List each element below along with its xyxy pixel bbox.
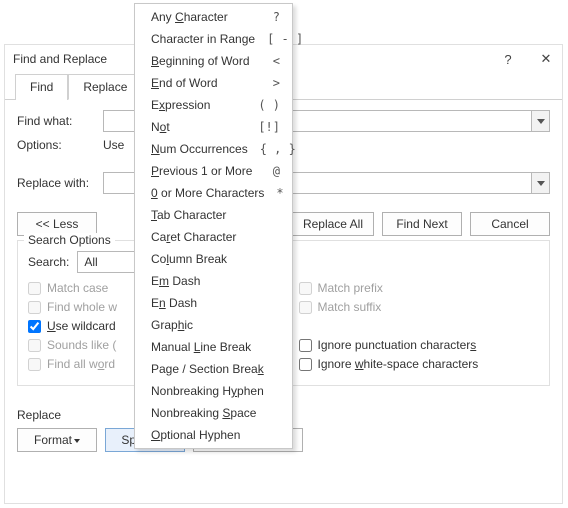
replace-with-label: Replace with: (17, 176, 97, 190)
format-button[interactable]: Format (17, 428, 97, 452)
menu-en-dash[interactable]: En Dash (135, 292, 292, 314)
close-icon[interactable]: ✕ (536, 51, 556, 67)
menu-prev-1-or-more[interactable]: Previous 1 or More@ (135, 160, 292, 182)
menu-char-range[interactable]: Character in Range[ - ] (135, 28, 292, 50)
match-prefix-check: Match prefix (299, 281, 540, 295)
menu-em-dash[interactable]: Em Dash (135, 270, 292, 292)
menu-not[interactable]: Not[!] (135, 116, 292, 138)
menu-beginning-word[interactable]: Beginning of Word< (135, 50, 292, 72)
options-value: Use (103, 138, 124, 152)
menu-tab-character[interactable]: Tab Character (135, 204, 292, 226)
find-what-dropdown[interactable] (532, 110, 550, 132)
cancel-button[interactable]: Cancel (470, 212, 550, 236)
help-icon[interactable]: ? (498, 52, 518, 67)
menu-num-occurrences[interactable]: Num Occurrences{ , } (135, 138, 292, 160)
menu-column-break[interactable]: Column Break (135, 248, 292, 270)
ignore-punct-check[interactable]: Ignore punctuation characters (299, 338, 540, 352)
tab-find-label: Find (30, 80, 53, 94)
chevron-down-icon (537, 119, 545, 124)
menu-0-or-more[interactable]: 0 or More Characters* (135, 182, 292, 204)
search-options-legend: Search Options (24, 233, 115, 247)
find-what-label: Find what: (17, 114, 97, 128)
ignore-whitespace-check[interactable]: Ignore white-space characters (299, 357, 540, 371)
chevron-down-icon (537, 181, 545, 186)
menu-expression[interactable]: Expression( ) (135, 94, 292, 116)
match-suffix-check: Match suffix (299, 300, 540, 314)
menu-caret-character[interactable]: Caret Character (135, 226, 292, 248)
chevron-down-icon (74, 439, 80, 443)
menu-nonbreaking-space[interactable]: Nonbreaking Space (135, 402, 292, 424)
menu-optional-hyphen[interactable]: Optional Hyphen (135, 424, 292, 446)
menu-end-word[interactable]: End of Word> (135, 72, 292, 94)
search-direction-value: All (84, 255, 97, 269)
tab-find[interactable]: Find (15, 74, 68, 100)
replace-with-dropdown[interactable] (532, 172, 550, 194)
special-menu: Any Character? Character in Range[ - ] B… (134, 3, 293, 449)
menu-any-character[interactable]: Any Character? (135, 6, 292, 28)
search-direction-label: Search: (28, 255, 69, 269)
tab-replace-label: Replace (83, 80, 127, 94)
replace-all-button[interactable]: Replace All (292, 212, 374, 236)
menu-nonbreaking-hyphen[interactable]: Nonbreaking Hyphen (135, 380, 292, 402)
tab-replace[interactable]: Replace (68, 74, 142, 100)
menu-manual-line-break[interactable]: Manual Line Break (135, 336, 292, 358)
menu-page-section-break[interactable]: Page / Section Break (135, 358, 292, 380)
menu-graphic[interactable]: Graphic (135, 314, 292, 336)
find-next-button[interactable]: Find Next (382, 212, 462, 236)
options-label: Options: (17, 138, 97, 152)
